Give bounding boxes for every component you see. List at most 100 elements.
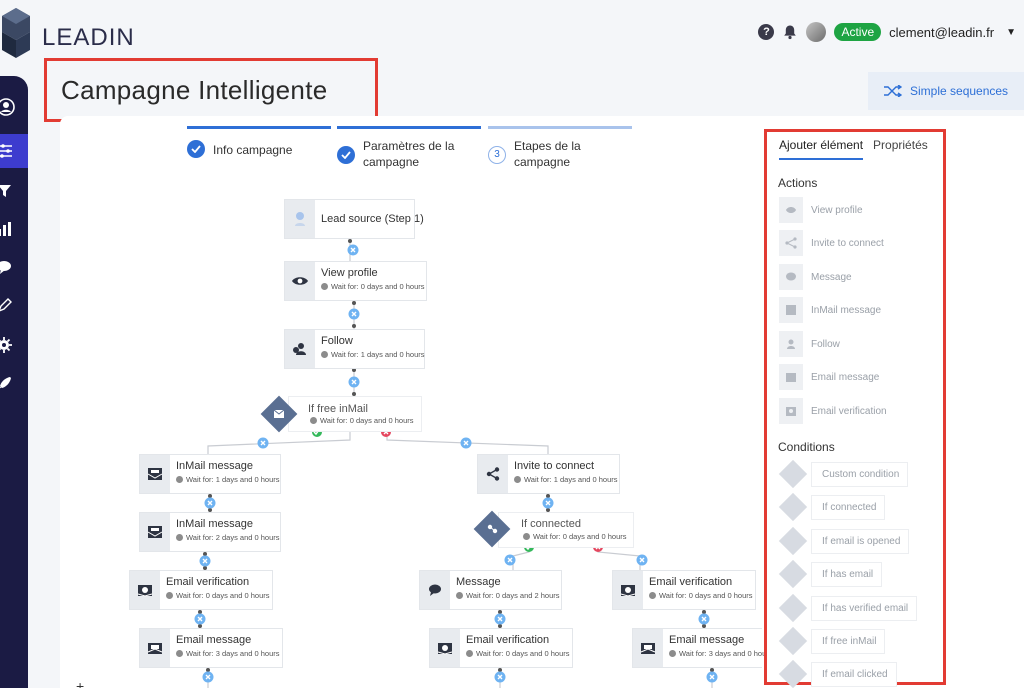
node-wait: Wait for: 0 days and 0 hours (321, 282, 425, 291)
clock-icon (456, 592, 463, 599)
palette-action-message[interactable]: Message (779, 263, 860, 291)
chat-icon (779, 264, 803, 290)
clock-icon (514, 476, 521, 483)
conditions-heading: Conditions (778, 440, 835, 454)
node-wait: Wait for: 0 days and 0 hours (466, 649, 570, 658)
palette-condition-verified-email[interactable]: If has verified email (778, 593, 918, 623)
connected-icon (479, 516, 505, 542)
palette-action-email-verification[interactable]: Email verification (779, 397, 895, 425)
share-icon (779, 230, 803, 256)
custom-condition-icon (778, 459, 808, 489)
node-wait: Wait for: 1 days and 0 hours (514, 475, 618, 484)
email-icon (779, 364, 803, 390)
email-verification-icon (779, 398, 803, 424)
flow-node-message[interactable]: Message Wait for: 0 days and 2 hours (419, 570, 562, 610)
palette-condition-email-opened[interactable]: If email is opened (778, 526, 910, 556)
clock-icon (310, 417, 317, 424)
palette-condition-has-email[interactable]: If has email (778, 559, 883, 589)
tab-ajouter-element[interactable]: Ajouter élément (779, 138, 864, 160)
email-verification-icon (778, 593, 808, 623)
node-title: Email verification (466, 634, 550, 646)
flow-node-email-message-left[interactable]: Email message Wait for: 3 days and 0 hour… (139, 628, 283, 668)
clock-icon (523, 533, 530, 540)
node-wait: Wait for: 3 days and 0 hours (669, 649, 773, 658)
panel-tabs: Ajouter élément Propriétés (779, 138, 928, 160)
inmail-icon (779, 297, 803, 323)
follow-icon (779, 331, 803, 357)
email-verification-icon (613, 571, 643, 609)
clock-icon (321, 351, 328, 358)
follow-icon (285, 330, 315, 368)
node-wait: Wait for: 0 days and 0 hours (166, 591, 270, 600)
node-title: Lead source (Step 1) (321, 213, 424, 225)
flow-node-lead-source[interactable]: Lead source (Step 1) (284, 199, 424, 239)
node-title: Email verification (166, 576, 250, 588)
palette-condition-free-inmail[interactable]: If free inMail (778, 626, 886, 656)
node-title: Follow (321, 335, 353, 347)
chat-icon (420, 571, 450, 609)
node-wait: Wait for: 0 days and 0 hours (649, 591, 753, 600)
email-icon (633, 629, 663, 667)
node-wait: Wait for: 1 days and 0 hours (176, 475, 280, 484)
clock-icon (176, 476, 183, 483)
flow-node-view-profile[interactable]: View profile Wait for: 0 days and 0 hours (284, 261, 427, 301)
email-icon (140, 629, 170, 667)
flow-node-invite[interactable]: Invite to connect Wait for: 1 days and 0 … (477, 454, 620, 494)
palette-action-view-profile[interactable]: View profile (779, 196, 871, 224)
flow-node-inmail-1[interactable]: InMail message Wait for: 1 days and 0 hou… (139, 454, 281, 494)
clock-icon (321, 283, 328, 290)
palette-condition-custom[interactable]: Custom condition (778, 459, 909, 489)
email-icon (778, 559, 808, 589)
node-wait: Wait for: 3 days and 0 hours (176, 649, 280, 658)
node-title: InMail message (176, 460, 254, 472)
node-title: View profile (321, 267, 378, 279)
flow-node-email-verification-left[interactable]: Email verification Wait for: 0 days and 0… (129, 570, 273, 610)
user-source-icon (285, 200, 315, 238)
email-verification-icon (430, 629, 460, 667)
clock-icon (649, 592, 656, 599)
clock-icon (466, 650, 473, 657)
zoom-in-icon[interactable]: + (76, 678, 84, 688)
node-title: Invite to connect (514, 460, 595, 472)
clock-icon (176, 534, 183, 541)
flow-node-email-verification-mid[interactable]: Email verification Wait for: 0 days and 0… (429, 628, 573, 668)
clock-icon (669, 650, 676, 657)
palette-action-email[interactable]: Email message (779, 363, 887, 391)
palette-condition-email-clicked[interactable]: If email clicked (778, 659, 897, 688)
email-clicked-icon (778, 659, 808, 688)
flow-node-inmail-2[interactable]: InMail message Wait for: 2 days and 0 hou… (139, 512, 281, 552)
flow-node-follow[interactable]: Follow Wait for: 1 days and 0 hours (284, 329, 425, 369)
tab-proprietes[interactable]: Propriétés (873, 138, 928, 160)
node-wait: Wait for: 0 days and 2 hours (456, 591, 560, 600)
node-title: Email message (176, 634, 252, 646)
connected-icon (778, 492, 808, 522)
node-title: Email verification (649, 576, 733, 588)
flow-node-email-verification-right[interactable]: Email verification Wait for: 0 days and 0… (612, 570, 756, 610)
node-wait: Wait for: 1 days and 0 hours (321, 350, 425, 359)
condition-title: If connected (521, 518, 581, 530)
flow-node-email-message-right[interactable]: Email message Wait for: 3 days and 0 hour… (632, 628, 773, 668)
clock-icon (166, 592, 173, 599)
eye-icon (779, 197, 803, 223)
node-wait: Wait for: 2 days and 0 hours (176, 533, 280, 542)
inmail-icon (266, 401, 292, 427)
condition-wait: Wait for: 0 days and 0 hours (310, 416, 414, 425)
inmail-icon (140, 455, 170, 493)
palette-action-inmail[interactable]: InMail message (779, 296, 889, 324)
actions-heading: Actions (778, 176, 818, 190)
clock-icon (176, 650, 183, 657)
condition-wait: Wait for: 0 days and 0 hours (523, 532, 627, 541)
element-palette-panel: Ajouter élément Propriétés Actions View … (764, 129, 946, 688)
palette-condition-if-connected[interactable]: If connected (778, 492, 886, 522)
palette-action-follow[interactable]: Follow (779, 330, 848, 358)
palette-action-invite[interactable]: Invite to connect (779, 229, 892, 257)
node-title: Message (456, 576, 501, 588)
inmail-icon (140, 513, 170, 551)
app-window: LEADIN ? Active clement@leadin.fr ▼ Camp… (0, 0, 1024, 688)
node-title: InMail message (176, 518, 254, 530)
condition-title: If free inMail (308, 403, 368, 415)
email-verification-icon (130, 571, 160, 609)
email-opened-icon (778, 526, 808, 556)
share-icon (478, 455, 508, 493)
eye-icon (285, 262, 315, 300)
